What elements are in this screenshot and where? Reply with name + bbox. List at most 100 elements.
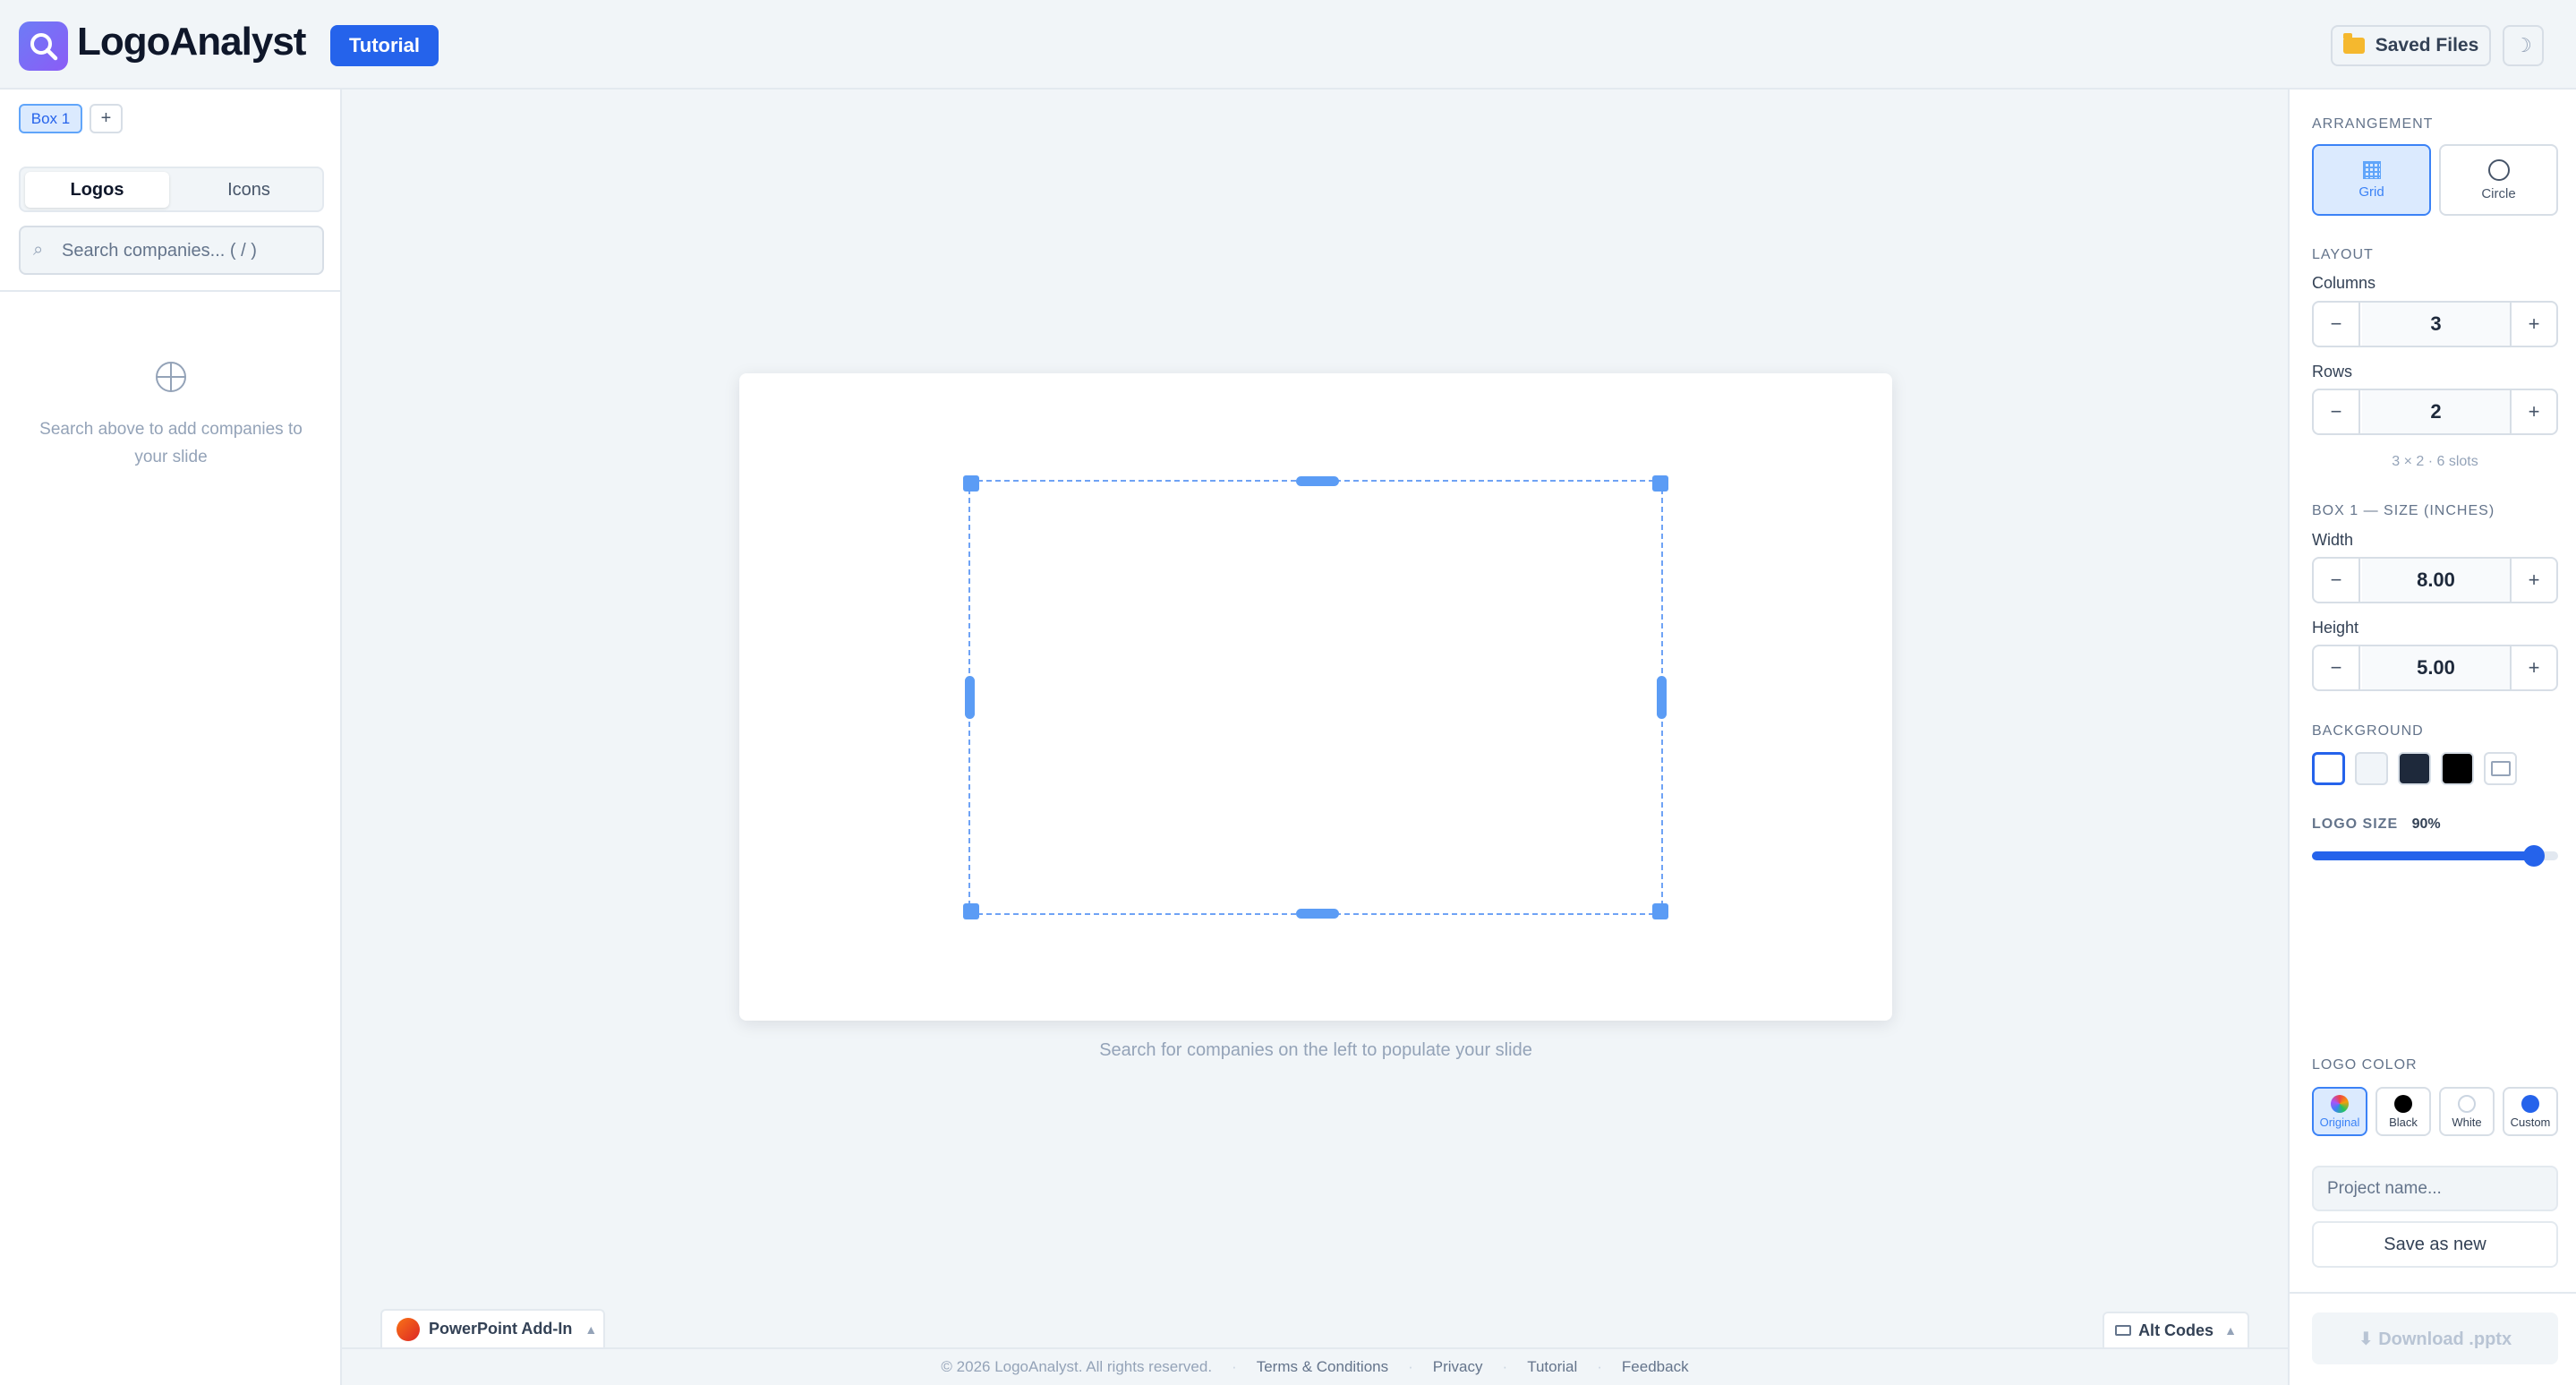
layout-label: Layout bbox=[2312, 247, 2374, 262]
logo-size-slider[interactable] bbox=[2312, 845, 2558, 867]
mode-toggle: Logos Icons bbox=[19, 167, 324, 212]
rows-decrement-button[interactable]: − bbox=[2314, 390, 2360, 433]
rows-value[interactable]: 2 bbox=[2362, 390, 2510, 433]
grid-icon bbox=[2362, 160, 2381, 179]
columns-increment-button[interactable]: + bbox=[2510, 303, 2556, 346]
theme-toggle-button[interactable]: ☽ bbox=[2503, 25, 2544, 66]
arrangement-circle-button[interactable]: Circle bbox=[2439, 144, 2558, 216]
box-1-selection[interactable] bbox=[963, 475, 1668, 919]
separator: · bbox=[1408, 1358, 1413, 1375]
alt-codes-toggle[interactable]: Alt Codes ▲ bbox=[2103, 1312, 2249, 1347]
download-pptx-button[interactable]: ⬇ Download .pptx bbox=[2312, 1312, 2558, 1364]
resize-handle-bottom[interactable] bbox=[1296, 909, 1339, 919]
powerpoint-addin-toggle[interactable]: PowerPoint Add-In ▲ bbox=[380, 1309, 605, 1347]
box-size-label: Box 1 — Size (inches) bbox=[2312, 503, 2495, 518]
keyboard-icon bbox=[2115, 1325, 2132, 1336]
app-title: LogoAnalyst bbox=[77, 20, 306, 64]
separator: · bbox=[1232, 1358, 1237, 1375]
divider bbox=[2290, 1292, 2576, 1294]
arrangement-grid-button[interactable]: Grid bbox=[2312, 144, 2431, 216]
footer: © 2026 LogoAnalyst. All rights reserved.… bbox=[342, 1347, 2288, 1385]
logo-color-black-button[interactable]: Black bbox=[2376, 1087, 2431, 1136]
logo-size-slider-thumb[interactable] bbox=[2522, 845, 2545, 867]
circle-label: Circle bbox=[2481, 185, 2516, 201]
black-dot-icon bbox=[2394, 1094, 2412, 1113]
separator: · bbox=[1597, 1358, 1602, 1375]
bg-swatch-white[interactable] bbox=[2312, 752, 2345, 785]
slots-summary: 3 × 2 · 6 slots bbox=[2392, 454, 2478, 469]
height-stepper: − 5.00 + bbox=[2312, 645, 2558, 691]
logo-color-original-button[interactable]: Original bbox=[2312, 1087, 2367, 1136]
rows-increment-button[interactable]: + bbox=[2510, 390, 2556, 433]
tab-logos[interactable]: Logos bbox=[25, 172, 169, 208]
left-sidebar: Box 1 + Logos Icons ⌕ Search above to ad… bbox=[0, 90, 342, 1385]
link-privacy[interactable]: Privacy bbox=[1433, 1358, 1483, 1376]
width-decrement-button[interactable]: − bbox=[2314, 559, 2360, 602]
save-as-new-button[interactable]: Save as new bbox=[2312, 1221, 2558, 1268]
width-value[interactable]: 8.00 bbox=[2362, 559, 2510, 602]
logo-color-white-button[interactable]: White bbox=[2439, 1087, 2495, 1136]
logo-color-custom-label: Custom bbox=[2510, 1115, 2551, 1129]
logo-size-value: 90% bbox=[2411, 816, 2441, 832]
width-label: Width bbox=[2312, 531, 2354, 549]
saved-files-label: Saved Files bbox=[2375, 35, 2479, 56]
background-label: Background bbox=[2312, 723, 2424, 739]
logo-color-label: Logo Color bbox=[2312, 1057, 2418, 1073]
tutorial-button[interactable]: Tutorial bbox=[330, 25, 439, 66]
logo-size-title: Logo Size bbox=[2312, 816, 2399, 832]
logo-color-white-label: White bbox=[2452, 1115, 2482, 1129]
logo-color-original-label: Original bbox=[2319, 1115, 2360, 1129]
alt-codes-label: Alt Codes bbox=[2138, 1321, 2214, 1339]
height-value[interactable]: 5.00 bbox=[2362, 646, 2510, 689]
bg-swatch-transparent[interactable] bbox=[2484, 752, 2517, 785]
circle-icon bbox=[2487, 158, 2510, 181]
width-stepper: − 8.00 + bbox=[2312, 557, 2558, 603]
white-dot-icon bbox=[2458, 1094, 2476, 1113]
bg-swatch-dark[interactable] bbox=[2398, 752, 2431, 785]
arrangement-label: Arrangement bbox=[2312, 116, 2434, 132]
bg-swatch-light[interactable] bbox=[2355, 752, 2388, 785]
app-header: LogoAnalyst Tutorial Saved Files ☽ bbox=[0, 0, 2576, 90]
add-box-button[interactable]: + bbox=[90, 104, 123, 133]
logo-size-slider-fill bbox=[2312, 851, 2534, 860]
blue-dot-icon bbox=[2521, 1094, 2539, 1113]
resize-handle-top[interactable] bbox=[1296, 476, 1339, 486]
multicolor-icon bbox=[2331, 1094, 2349, 1113]
resize-handle-bottom-right[interactable] bbox=[1652, 903, 1668, 919]
divider bbox=[0, 290, 340, 292]
resize-handle-bottom-left[interactable] bbox=[963, 903, 979, 919]
box-tab-1[interactable]: Box 1 bbox=[19, 104, 82, 133]
rows-stepper: − 2 + bbox=[2312, 389, 2558, 435]
columns-value[interactable]: 3 bbox=[2362, 303, 2510, 346]
caret-up-icon: ▲ bbox=[584, 1321, 598, 1337]
rows-label: Rows bbox=[2312, 363, 2353, 380]
logo-search-icon bbox=[19, 21, 68, 71]
columns-label: Columns bbox=[2312, 274, 2376, 292]
height-decrement-button[interactable]: − bbox=[2314, 646, 2360, 689]
link-tutorial[interactable]: Tutorial bbox=[1527, 1358, 1577, 1376]
project-name-input[interactable] bbox=[2312, 1166, 2558, 1211]
link-feedback[interactable]: Feedback bbox=[1622, 1358, 1689, 1376]
powerpoint-icon bbox=[397, 1317, 420, 1341]
empty-state-text: Search above to add companies to your sl… bbox=[39, 420, 303, 466]
logo-size-label: Logo Size 90% bbox=[2312, 816, 2441, 833]
width-increment-button[interactable]: + bbox=[2510, 559, 2556, 602]
resize-handle-left[interactable] bbox=[965, 676, 975, 719]
tab-icons[interactable]: Icons bbox=[177, 172, 320, 208]
powerpoint-addin-label: PowerPoint Add-In bbox=[429, 1320, 573, 1338]
resize-handle-right[interactable] bbox=[1657, 676, 1667, 719]
saved-files-button[interactable]: Saved Files bbox=[2331, 25, 2491, 66]
logo-color-custom-button[interactable]: Custom bbox=[2503, 1087, 2558, 1136]
folder-icon bbox=[2342, 33, 2365, 54]
bg-swatch-black[interactable] bbox=[2441, 752, 2474, 785]
resize-handle-top-right[interactable] bbox=[1652, 475, 1668, 492]
height-increment-button[interactable]: + bbox=[2510, 646, 2556, 689]
caret-up-icon: ▲ bbox=[2224, 1323, 2237, 1338]
company-search: ⌕ bbox=[19, 226, 324, 275]
grid-label: Grid bbox=[2358, 184, 2384, 200]
link-terms[interactable]: Terms & Conditions bbox=[1257, 1358, 1388, 1376]
right-sidebar: Arrangement Grid Circle Layout Columns −… bbox=[2288, 90, 2576, 1385]
resize-handle-top-left[interactable] bbox=[963, 475, 979, 492]
search-input[interactable] bbox=[62, 236, 312, 265]
columns-decrement-button[interactable]: − bbox=[2314, 303, 2360, 346]
